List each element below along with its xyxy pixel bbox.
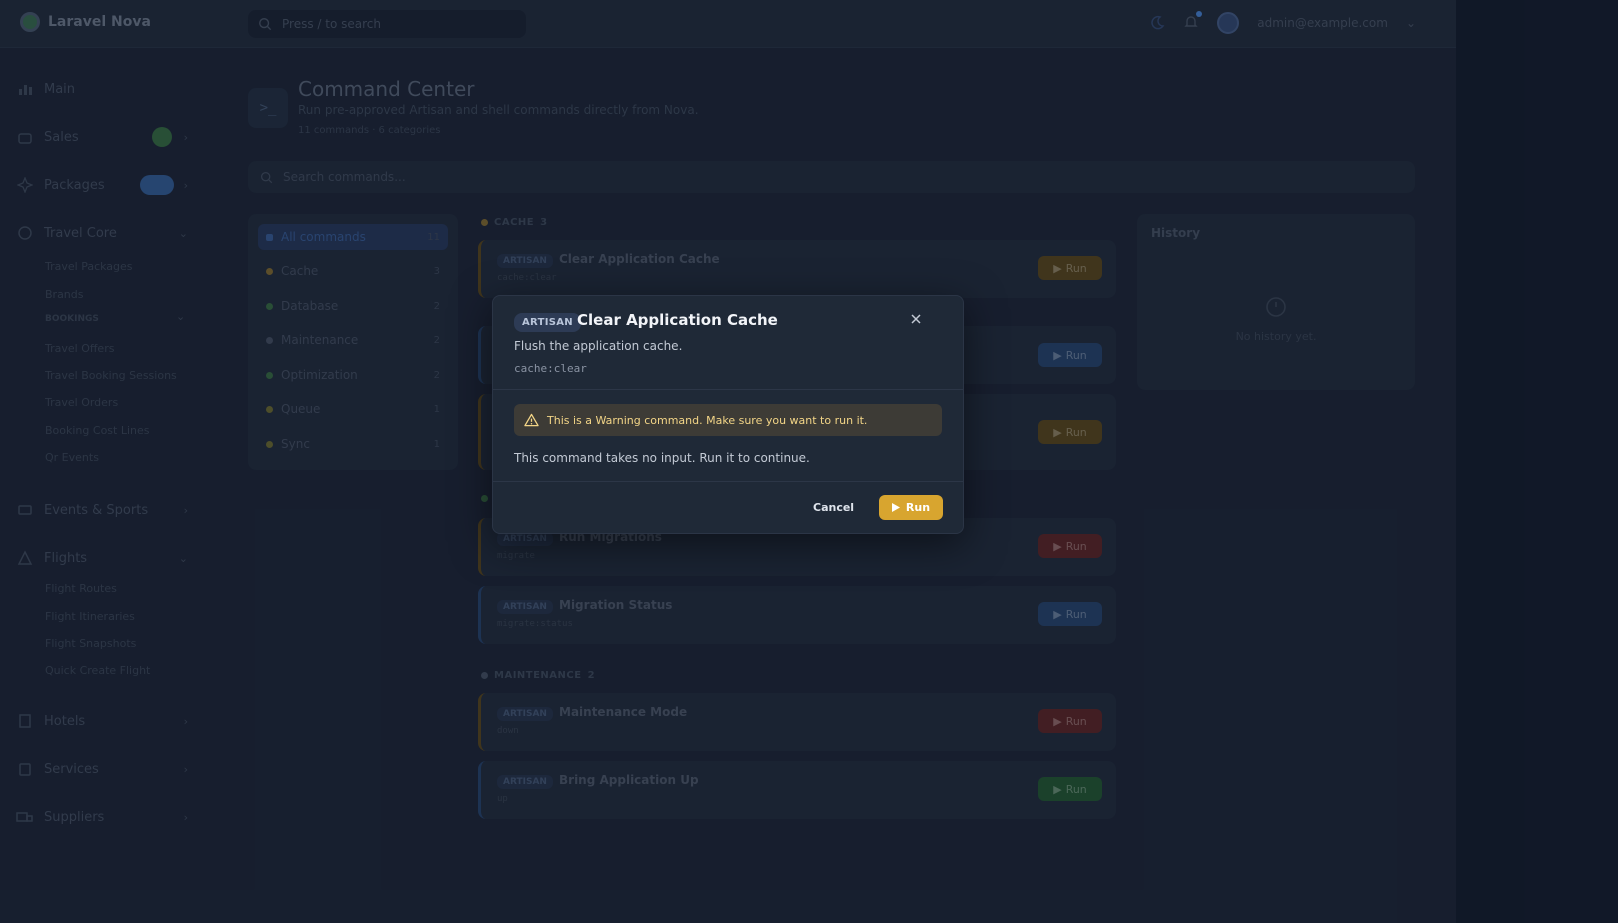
app-root: Laravel Nova Press / to search admin@exa… (0, 0, 1618, 923)
modal-signature: cache:clear (514, 362, 587, 375)
no-input-text: This command takes no input. Run it to c… (514, 451, 810, 465)
warning-banner: This is a Warning command. Make sure you… (514, 404, 942, 436)
divider (493, 389, 963, 390)
cancel-button[interactable]: Cancel (809, 495, 858, 519)
close-icon (911, 314, 921, 324)
warning-icon (524, 413, 539, 427)
warning-text: This is a Warning command. Make sure you… (547, 413, 868, 427)
play-icon (891, 503, 900, 512)
run-button[interactable]: Run (879, 495, 943, 520)
close-button[interactable] (907, 310, 925, 328)
modal-title: Clear Application Cache (577, 311, 778, 329)
run-command-modal: ARTISAN Clear Application Cache Flush th… (492, 295, 964, 534)
modal-description: Flush the application cache. (514, 339, 683, 353)
divider (493, 481, 963, 482)
run-button-label: Run (905, 501, 931, 514)
modal-command-tag: ARTISAN (514, 313, 581, 332)
